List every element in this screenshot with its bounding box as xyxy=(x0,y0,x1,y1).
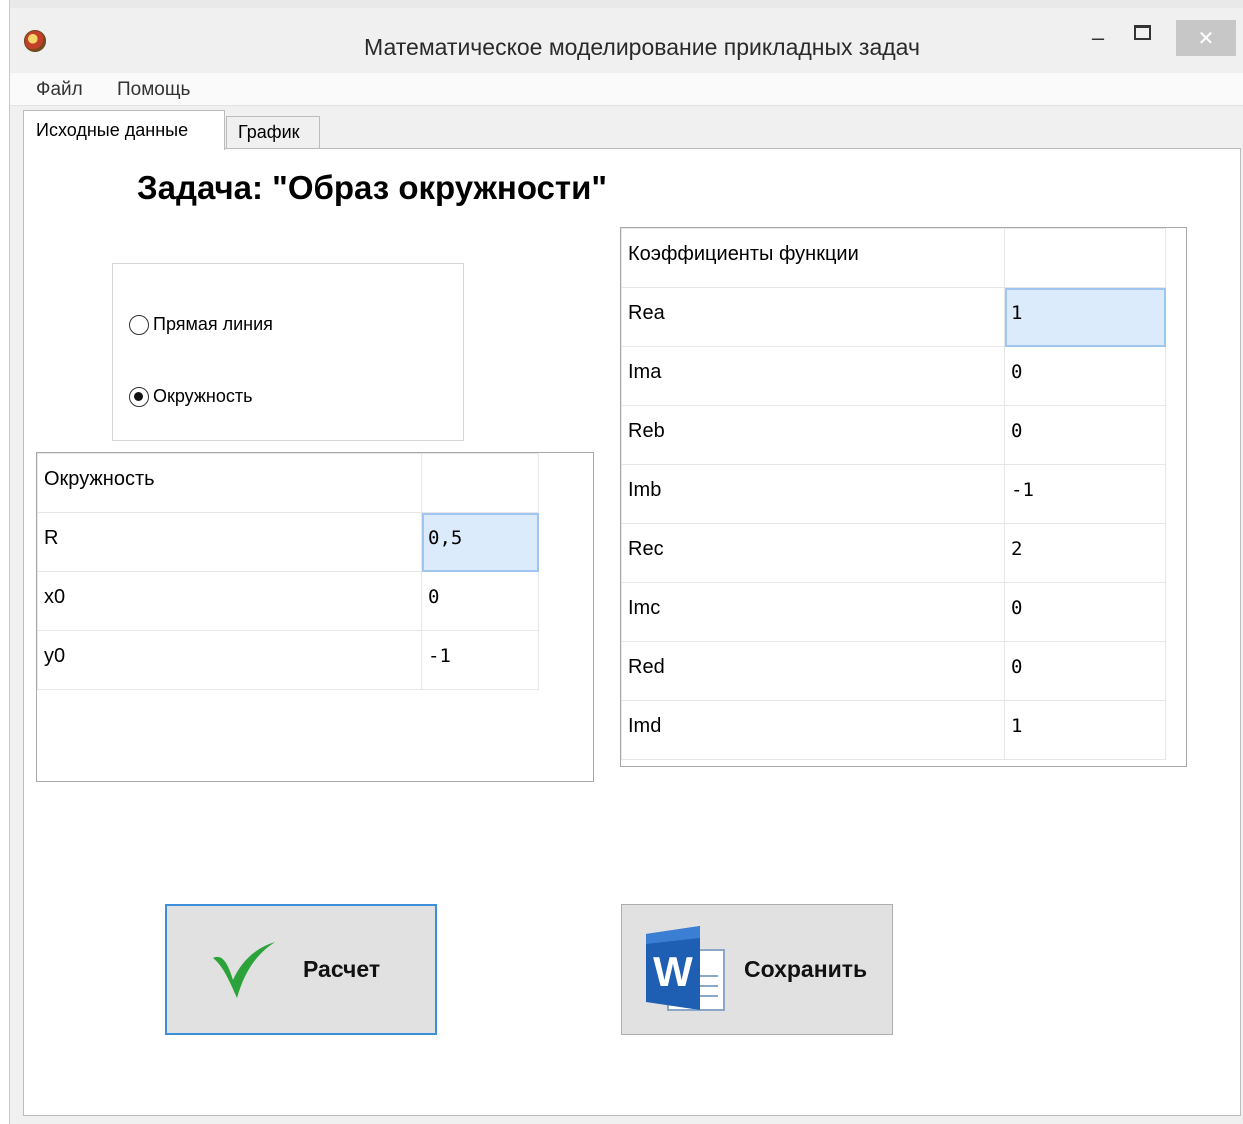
table-row: Reb 0 xyxy=(621,405,1166,465)
shape-radio-group: Прямая линия Окружность xyxy=(112,263,464,441)
grid-cell-r-value[interactable]: 0,5 xyxy=(421,512,539,572)
grid-cell-name: Imb xyxy=(621,464,1005,524)
grid-cell-imc-value[interactable]: 0 xyxy=(1004,582,1166,642)
grid-cell-ima-value[interactable]: 0 xyxy=(1004,346,1166,406)
coef-grid: Коэффициенты функции Rea 1 Ima 0 Reb 0 I… xyxy=(621,228,1166,760)
word-document-icon: W xyxy=(646,925,725,1011)
table-row: Коэффициенты функции xyxy=(621,228,1166,288)
circle-grid-header: Окружность xyxy=(37,453,422,513)
table-row: R 0,5 xyxy=(37,512,539,572)
table-row: Ima 0 xyxy=(621,346,1166,406)
grid-cell-name: y0 xyxy=(37,630,422,690)
calculate-button[interactable]: Расчет xyxy=(165,904,437,1035)
grid-cell-name: Rec xyxy=(621,523,1005,583)
circle-grid-header-value xyxy=(421,453,539,513)
table-row: y0 -1 xyxy=(37,630,539,690)
task-title: Задача: "Образ окружности" xyxy=(137,169,608,206)
coef-grid-header-value xyxy=(1004,228,1166,288)
minimize-button[interactable]: – xyxy=(1083,22,1113,54)
grid-cell-y0-value[interactable]: -1 xyxy=(421,630,539,690)
table-row: Окружность xyxy=(37,453,539,513)
circle-grid-box: Окружность R 0,5 x0 0 y0 -1 xyxy=(36,452,594,782)
menu-file[interactable]: Файл xyxy=(36,79,83,101)
menu-bar: Файл Помощь xyxy=(10,73,1243,106)
grid-cell-name: Ima xyxy=(621,346,1005,406)
table-row: Rea 1 xyxy=(621,287,1166,347)
tab-graph[interactable]: График xyxy=(226,116,320,149)
checkmark-icon xyxy=(213,941,275,998)
grid-cell-name: Imd xyxy=(621,700,1005,760)
save-button-label: Сохранить xyxy=(744,956,868,982)
title-bar[interactable]: Математическое моделирование прикладных … xyxy=(10,8,1243,70)
grid-cell-name: R xyxy=(37,512,422,572)
window-title: Математическое моделирование прикладных … xyxy=(364,34,920,60)
radio-line[interactable] xyxy=(129,314,149,335)
grid-cell-imd-value[interactable]: 1 xyxy=(1004,700,1166,760)
svg-text:W: W xyxy=(653,948,693,995)
close-button[interactable]: ✕ xyxy=(1176,20,1236,56)
grid-cell-name: x0 xyxy=(37,571,422,631)
circle-grid: Окружность R 0,5 x0 0 y0 -1 xyxy=(37,453,539,690)
grid-cell-rea-value[interactable]: 1 xyxy=(1004,287,1166,347)
table-row: Rec 2 xyxy=(621,523,1166,583)
tab-panel: Задача: "Образ окружности" Прямая линия … xyxy=(23,148,1241,1116)
grid-cell-name: Red xyxy=(621,641,1005,701)
tab-input-data[interactable]: Исходные данные xyxy=(23,110,225,150)
grid-cell-red-value[interactable]: 0 xyxy=(1004,641,1166,701)
radio-circle-label: Окружность xyxy=(153,386,253,406)
radio-circle-option[interactable]: Окружность xyxy=(129,386,253,407)
table-row: x0 0 xyxy=(37,571,539,631)
maximize-icon xyxy=(1133,24,1151,40)
grid-cell-imb-value[interactable]: -1 xyxy=(1004,464,1166,524)
window-top-strip xyxy=(10,0,1243,8)
maximize-button[interactable] xyxy=(1127,16,1157,48)
table-row: Imd 1 xyxy=(621,700,1166,760)
table-row: Imc 0 xyxy=(621,582,1166,642)
grid-cell-rec-value[interactable]: 2 xyxy=(1004,523,1166,583)
grid-cell-reb-value[interactable]: 0 xyxy=(1004,405,1166,465)
grid-cell-x0-value[interactable]: 0 xyxy=(421,571,539,631)
coef-grid-box: Коэффициенты функции Rea 1 Ima 0 Reb 0 I… xyxy=(620,227,1187,767)
coef-grid-header: Коэффициенты функции xyxy=(621,228,1005,288)
radio-circle[interactable] xyxy=(129,386,149,407)
menu-help[interactable]: Помощь xyxy=(117,79,190,101)
table-row: Red 0 xyxy=(621,641,1166,701)
grid-cell-name: Imc xyxy=(621,582,1005,642)
radio-line-option[interactable]: Прямая линия xyxy=(129,314,273,335)
grid-cell-name: Rea xyxy=(621,287,1005,347)
table-row: Imb -1 xyxy=(621,464,1166,524)
grid-cell-name: Reb xyxy=(621,405,1005,465)
calculate-button-label: Расчет xyxy=(303,956,381,982)
app-window: Математическое моделирование прикладных … xyxy=(9,0,1243,1124)
save-button[interactable]: W Сохранить xyxy=(621,904,893,1035)
radio-line-label: Прямая линия xyxy=(153,314,273,334)
